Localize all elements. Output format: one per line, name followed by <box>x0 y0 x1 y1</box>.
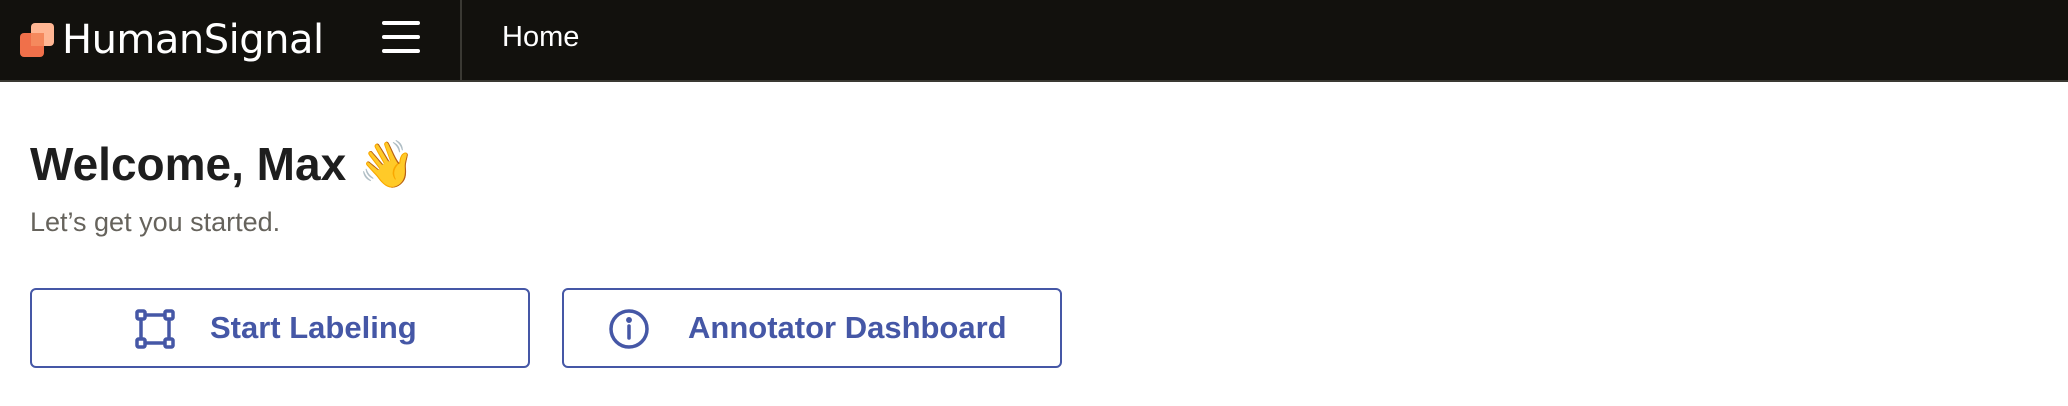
humansignal-logo-icon <box>20 23 54 57</box>
hamburger-menu-icon-bar <box>382 35 420 39</box>
hamburger-menu-icon-bar <box>382 49 420 53</box>
breadcrumb-home[interactable]: Home <box>502 17 579 57</box>
start-labeling-label: Start Labeling <box>210 310 417 345</box>
bounding-box-icon <box>134 308 176 350</box>
annotator-dashboard-label: Annotator Dashboard <box>688 310 1007 345</box>
header-divider <box>460 0 462 82</box>
hamburger-menu-button[interactable] <box>376 17 426 57</box>
info-circle-icon <box>608 308 650 350</box>
welcome-subtitle: Let’s get you started. <box>30 207 281 237</box>
waving-hand-icon: 👋 <box>358 138 416 190</box>
start-labeling-button[interactable]: Start Labeling <box>30 288 530 368</box>
top-navigation-bar: HumanSignal Home <box>0 0 2068 82</box>
annotator-dashboard-button[interactable]: Annotator Dashboard <box>562 288 1062 368</box>
hamburger-menu-icon-bar <box>382 21 420 25</box>
welcome-text: Welcome, Max <box>30 138 347 190</box>
welcome-heading: Welcome, Max 👋 <box>30 134 415 194</box>
brand-name: HumanSignal <box>62 17 324 63</box>
brand-logo[interactable]: HumanSignal <box>20 16 324 64</box>
